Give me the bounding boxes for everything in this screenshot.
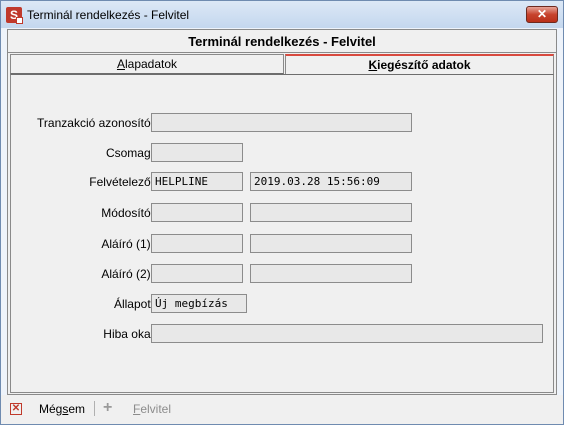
status-label: Állapot: (113, 297, 154, 311)
bottom-toolbar: ✕ Mégsem + Felvitel (1, 395, 563, 424)
created-by-user-field[interactable]: HELPLINE (151, 172, 243, 191)
status-field[interactable]: Új megbízás (151, 294, 247, 313)
app-logo-icon: S (6, 7, 23, 24)
error-reason-field[interactable] (151, 324, 543, 343)
window-title: Terminál rendelkezés - Felvitel (27, 8, 190, 22)
signer2-date-field[interactable] (250, 264, 412, 283)
create-label-part: elvitel (140, 402, 172, 416)
modified-by-label: Módosító: (101, 206, 154, 220)
error-reason-label: Hiba oka: (103, 327, 154, 341)
close-icon: ✕ (536, 7, 548, 21)
create-label: Felvitel (133, 401, 171, 418)
modified-at-field[interactable] (250, 203, 412, 222)
signer2-user-field[interactable] (151, 264, 243, 283)
tab-panel: Tranzakció azonosító: Csomag: Felvételez… (10, 74, 554, 393)
page-title: Terminál rendelkezés - Felvitel (188, 34, 376, 49)
plus-icon: + (103, 399, 113, 416)
created-at-field[interactable]: 2019.03.28 15:56:09 (250, 172, 412, 191)
cancel-button[interactable]: ✕ Mégsem (5, 401, 89, 418)
client-area: Terminál rendelkezés - Felvitel Alapadat… (7, 29, 557, 395)
cancel-label-part: Még (39, 402, 63, 416)
cancel-label-part: em (68, 402, 86, 416)
form-header: Terminál rendelkezés - Felvitel (8, 30, 556, 53)
signer1-date-field[interactable] (250, 234, 412, 253)
tab-basic-data[interactable]: Alapadatok (10, 54, 284, 74)
toolbar-separator (94, 401, 95, 416)
transaction-id-label: Tranzakció azonosító: (37, 116, 154, 130)
dialog-window: S Terminál rendelkezés - Felvitel ✕ Term… (0, 0, 564, 425)
transaction-id-field[interactable] (151, 113, 412, 132)
modified-by-user-field[interactable] (151, 203, 243, 222)
tab-label: lapadatok (124, 57, 178, 71)
created-by-label: Felvételező: (89, 175, 154, 189)
cancel-label: Mégsem (39, 401, 85, 418)
close-button[interactable]: ✕ (526, 6, 558, 23)
cancel-x-icon: ✕ (10, 403, 22, 415)
tab-accel: K (368, 58, 378, 72)
tab-accel: A (116, 57, 125, 71)
package-field[interactable] (151, 143, 243, 162)
signer2-label: Aláíró (2): (101, 267, 154, 281)
title-bar[interactable]: S Terminál rendelkezés - Felvitel ✕ (1, 1, 563, 28)
create-button[interactable]: + Felvitel (101, 399, 181, 418)
signer1-label: Aláíró (1): (101, 237, 154, 251)
tab-additional-data[interactable]: Kiegészítő adatok (285, 54, 554, 75)
tab-label: iegészítő adatok (377, 58, 471, 72)
package-label: Csomag: (105, 146, 154, 160)
signer1-user-field[interactable] (151, 234, 243, 253)
